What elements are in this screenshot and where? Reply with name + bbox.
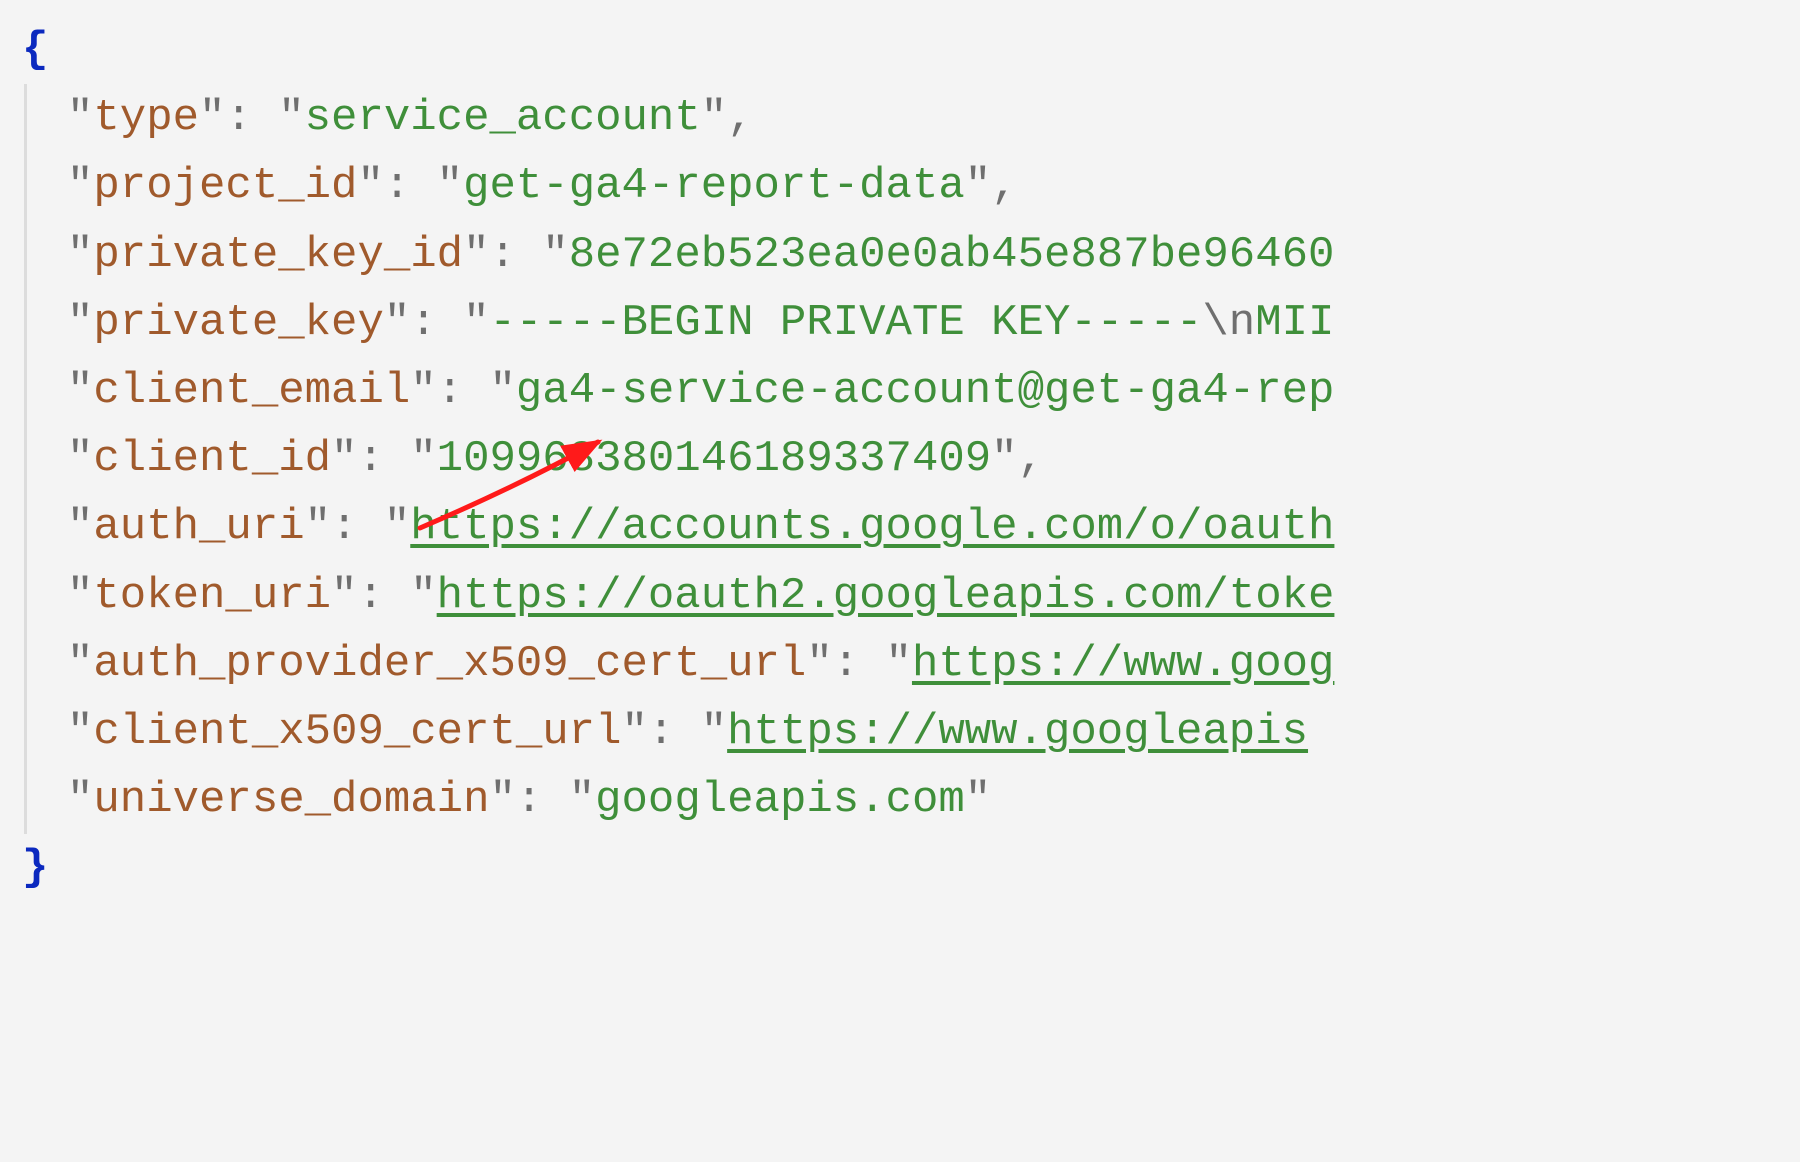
json-key: project_id — [93, 161, 357, 211]
json-key: client_email — [93, 366, 410, 416]
json-value: googleapis.com — [595, 775, 965, 825]
json-key: universe_domain — [93, 775, 489, 825]
json-line-auth-uri: "auth_uri": "https://accounts.google.com… — [67, 493, 1800, 561]
json-body: "type": "service_account", "project_id":… — [24, 84, 1800, 834]
json-value: service_account — [305, 93, 701, 143]
json-key: private_key — [93, 298, 383, 348]
json-key: client_id — [93, 434, 331, 484]
close-brace: } — [22, 843, 48, 893]
json-value: 109968380146189337409 — [437, 434, 992, 484]
json-line-token-uri: "token_uri": "https://oauth2.googleapis.… — [67, 562, 1800, 630]
json-line-type: "type": "service_account", — [67, 84, 1800, 152]
json-line-auth-provider-cert-url: "auth_provider_x509_cert_url": "https://… — [67, 630, 1800, 698]
json-value-url: https://www.goog — [912, 639, 1334, 689]
json-line-private-key: "private_key": "-----BEGIN PRIVATE KEY--… — [67, 289, 1800, 357]
json-value-url: https://www.googleapis — [727, 707, 1308, 757]
json-line-client-email: "client_email": "ga4-service-account@get… — [67, 357, 1800, 425]
json-value: get-ga4-report-data — [463, 161, 965, 211]
json-key: private_key_id — [93, 230, 463, 280]
json-value: MII — [1255, 298, 1334, 348]
json-value-url: https://accounts.google.com/o/oauth — [410, 502, 1334, 552]
json-line-client-cert-url: "client_x509_cert_url": "https://www.goo… — [67, 698, 1800, 766]
json-line-private-key-id: "private_key_id": "8e72eb523ea0e0ab45e88… — [67, 221, 1800, 289]
json-value: -----BEGIN PRIVATE KEY----- — [489, 298, 1202, 348]
json-key: auth_provider_x509_cert_url — [93, 639, 806, 689]
json-key: token_uri — [93, 571, 331, 621]
json-key: type — [93, 93, 199, 143]
json-line-universe-domain: "universe_domain": "googleapis.com" — [67, 766, 1800, 834]
open-brace: { — [22, 25, 48, 75]
json-line-client-id: "client_id": "109968380146189337409", — [67, 425, 1800, 493]
json-value-url: https://oauth2.googleapis.com/toke — [437, 571, 1335, 621]
json-line-project-id: "project_id": "get-ga4-report-data", — [67, 152, 1800, 220]
json-value: 8e72eb523ea0e0ab45e887be96460 — [569, 230, 1335, 280]
escape-sequence: \n — [1202, 298, 1255, 348]
json-key: client_x509_cert_url — [93, 707, 621, 757]
json-value-client-email: ga4-service-account@get-ga4-rep — [516, 366, 1335, 416]
json-code-block: { "type": "service_account", "project_id… — [0, 0, 1800, 922]
json-key: auth_uri — [93, 502, 304, 552]
